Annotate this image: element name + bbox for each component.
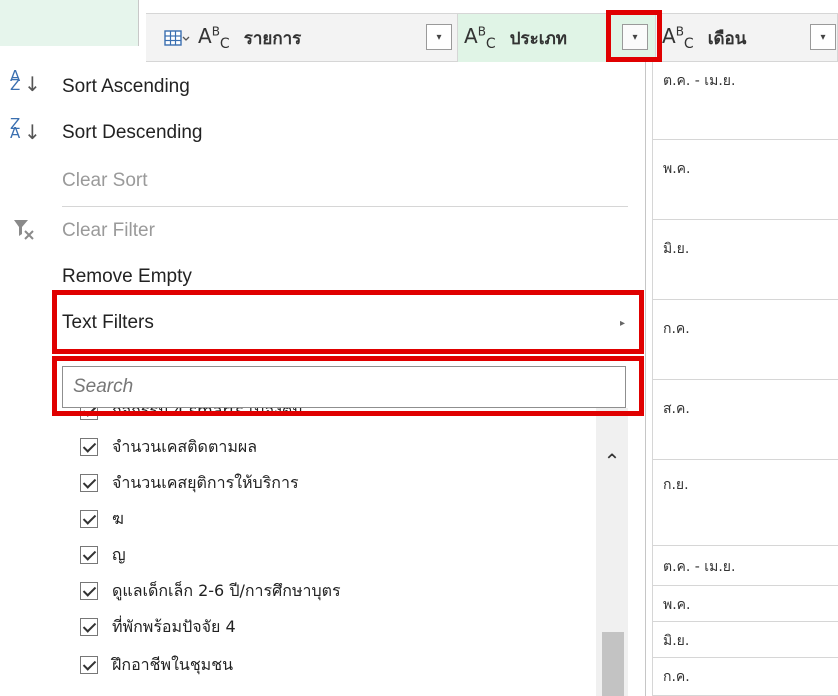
remove-empty-item[interactable]: Remove Empty: [62, 266, 192, 288]
sort-descending-icon: ZA: [10, 115, 21, 142]
column-header-items[interactable]: ABC รายการ ▾: [146, 14, 458, 62]
clear-filter-icon: [12, 218, 36, 244]
checkbox[interactable]: [80, 656, 98, 674]
down-arrow-icon: ↓: [24, 120, 41, 144]
text-type-icon[interactable]: ABC: [464, 24, 500, 52]
text-filters-item[interactable]: Text Filters: [62, 312, 154, 334]
list-item[interactable]: ฝึกอาชีพในชุมชน: [80, 648, 233, 682]
clear-filter-item[interactable]: Clear Filter: [62, 220, 155, 242]
column-header-month[interactable]: ABC เดือน ▾: [656, 14, 838, 62]
table-cell[interactable]: พ.ค.: [653, 140, 838, 220]
sort-ascending-item[interactable]: Sort Ascending: [62, 76, 190, 98]
header-top-strip: [146, 0, 838, 14]
scroll-up-icon[interactable]: ⌃: [596, 446, 628, 476]
list-item[interactable]: ฆ: [80, 502, 124, 536]
list-item[interactable]: จำนวนเคสติดตามผล: [80, 430, 257, 464]
value-list: กิจกรรม 4 smarts เบื้องต้น จำนวนเคสติดตา…: [62, 408, 628, 696]
list-item[interactable]: ดูแลเด็กเล็ก 2-6 ปี/การศึกษาบุตร: [80, 574, 341, 608]
filter-dropdown-button[interactable]: ▾: [622, 24, 648, 50]
checkbox[interactable]: [80, 474, 98, 492]
month-column-cells: ต.ค. - เม.ย. พ.ค. มิ.ย. ก.ค. ส.ค. ก.ย. ต…: [652, 62, 838, 696]
sort-descending-item[interactable]: Sort Descending: [62, 122, 202, 144]
column-name: เดือน: [707, 28, 747, 49]
grid-divider: [138, 0, 146, 46]
table-cell[interactable]: มิ.ย.: [653, 220, 838, 300]
text-type-icon[interactable]: ABC: [198, 24, 234, 52]
checkbox[interactable]: [80, 582, 98, 600]
table-cell[interactable]: ก.ย.: [653, 460, 838, 546]
column-header-row: ABC รายการ ▾ ABC ประเภท ▾ ABC เดือน ▾: [146, 0, 838, 62]
checkbox[interactable]: [80, 408, 98, 420]
submenu-arrow-icon: ▸: [620, 318, 626, 329]
list-item[interactable]: ที่พักพร้อมปัจจัย 4: [80, 610, 236, 644]
table-cell[interactable]: ส.ค.: [653, 380, 838, 460]
table-cell[interactable]: ก.ค.: [653, 300, 838, 380]
scrollbar-thumb[interactable]: [602, 632, 624, 696]
table-menu-icon[interactable]: [164, 26, 192, 50]
column-header-type[interactable]: ABC ประเภท ▾: [458, 14, 656, 62]
menu-separator: [62, 206, 628, 207]
checkbox[interactable]: [80, 546, 98, 564]
table-cell[interactable]: ต.ค. - เม.ย.: [653, 546, 838, 586]
filter-dropdown-button[interactable]: ▾: [426, 24, 452, 50]
clear-sort-item[interactable]: Clear Sort: [62, 170, 148, 192]
table-cell[interactable]: ต.ค. - เม.ย.: [653, 62, 838, 140]
table-cell[interactable]: มิ.ย.: [653, 622, 838, 658]
down-arrow-icon: ↓: [24, 72, 41, 96]
table-cell[interactable]: พ.ค.: [653, 586, 838, 622]
list-item[interactable]: จำนวนเคสยุติการให้บริการ: [80, 466, 299, 500]
list-item[interactable]: ญ: [80, 538, 126, 572]
search-input[interactable]: Search: [62, 366, 626, 408]
table-cell[interactable]: ก.ค.: [653, 658, 838, 696]
filter-menu: AZ ↓ Sort Ascending ZA ↓ Sort Descending…: [0, 62, 646, 696]
grid-left-area: [0, 0, 138, 46]
list-item[interactable]: กิจกรรม 4 smarts เบื้องต้น: [80, 408, 303, 428]
column-name: ประเภท: [509, 28, 567, 49]
sort-ascending-icon: AZ: [10, 67, 21, 94]
checkbox[interactable]: [80, 510, 98, 528]
filter-dropdown-button[interactable]: ▾: [810, 24, 836, 50]
text-type-icon[interactable]: ABC: [662, 24, 698, 52]
column-name: รายการ: [243, 28, 302, 49]
checkbox[interactable]: [80, 438, 98, 456]
checkbox[interactable]: [80, 618, 98, 636]
